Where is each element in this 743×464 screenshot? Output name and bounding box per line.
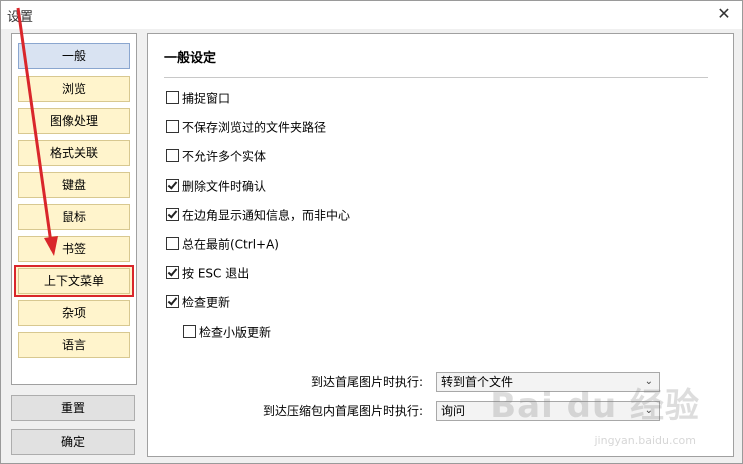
option-single-instance[interactable]: 不允许多个实体 [166,147,266,165]
option-label: 不保存浏览过的文件夹路径 [182,120,327,135]
nav-item-image-processing[interactable]: 图像处理 [18,108,130,134]
option-no-save-folder-path[interactable]: 不保存浏览过的文件夹路径 [166,118,326,136]
option-label: 捕捉窗口 [182,91,231,106]
watermark-url: jingyan.baidu.com [594,434,696,447]
close-icon[interactable]: ✕ [712,3,736,25]
watermark-logo: Bai du 经验 [490,386,700,426]
option-label: 不允许多个实体 [182,149,267,164]
checkbox-checked[interactable] [166,295,179,308]
option-label: 总在最前(Ctrl+A) [182,237,279,252]
nav-item-keyboard[interactable]: 键盘 [18,172,130,198]
nav-item-browse[interactable]: 浏览 [18,76,130,102]
checkbox-checked[interactable] [166,266,179,279]
settings-window: 设置 ✕ 一般 浏览 图像处理 格式关联 键盘 鼠标 书签 上下文菜单 杂项 语… [0,0,743,464]
nav-item-language[interactable]: 语言 [18,332,130,358]
ok-button[interactable]: 确定 [11,429,135,455]
checkbox[interactable] [166,237,179,250]
nav-item-context-menu-label: 上下文菜单 [18,268,130,294]
option-capture-window[interactable]: 捕捉窗口 [166,89,230,107]
option-label: 检查更新 [182,295,231,310]
option-label: 删除文件时确认 [182,179,267,194]
option-label: 在边角显示通知信息，而非中心 [182,208,351,223]
option-check-minor-updates[interactable]: 检查小版更新 [183,323,271,341]
nav-item-bookmarks[interactable]: 书签 [18,236,130,262]
section-title: 一般设定 [164,51,217,66]
checkbox-checked[interactable] [166,179,179,192]
nav-item-general[interactable]: 一般 [18,43,130,69]
checkbox[interactable] [166,120,179,133]
nav-panel: 一般 浏览 图像处理 格式关联 键盘 鼠标 书签 上下文菜单 杂项 语言 [11,33,137,385]
option-label: 按 ESC 退出 [182,266,250,281]
nav-item-format-association[interactable]: 格式关联 [18,140,130,166]
option-confirm-delete[interactable]: 删除文件时确认 [166,177,266,195]
option-always-on-top[interactable]: 总在最前(Ctrl+A) [166,235,279,253]
section-divider [164,77,708,78]
option-check-updates[interactable]: 检查更新 [166,293,230,311]
first-last-image-label: 到达首尾图片时执行: [310,375,423,389]
checkbox[interactable] [166,149,179,162]
window-title: 设置 [7,10,34,25]
reset-button[interactable]: 重置 [11,395,135,421]
checkbox-checked[interactable] [166,208,179,221]
nav-item-misc[interactable]: 杂项 [18,300,130,326]
nav-item-context-menu[interactable]: 上下文菜单 [14,265,134,297]
option-esc-exit[interactable]: 按 ESC 退出 [166,264,249,282]
checkbox[interactable] [166,91,179,104]
option-corner-notifications[interactable]: 在边角显示通知信息，而非中心 [166,206,350,224]
nav-item-mouse[interactable]: 鼠标 [18,204,130,230]
title-bar: 设置 ✕ [1,1,742,29]
dropdown-value: 询问 [441,404,466,418]
option-label: 检查小版更新 [199,325,272,340]
archive-first-last-image-label: 到达压缩包内首尾图片时执行: [262,404,423,418]
checkbox[interactable] [183,325,196,338]
